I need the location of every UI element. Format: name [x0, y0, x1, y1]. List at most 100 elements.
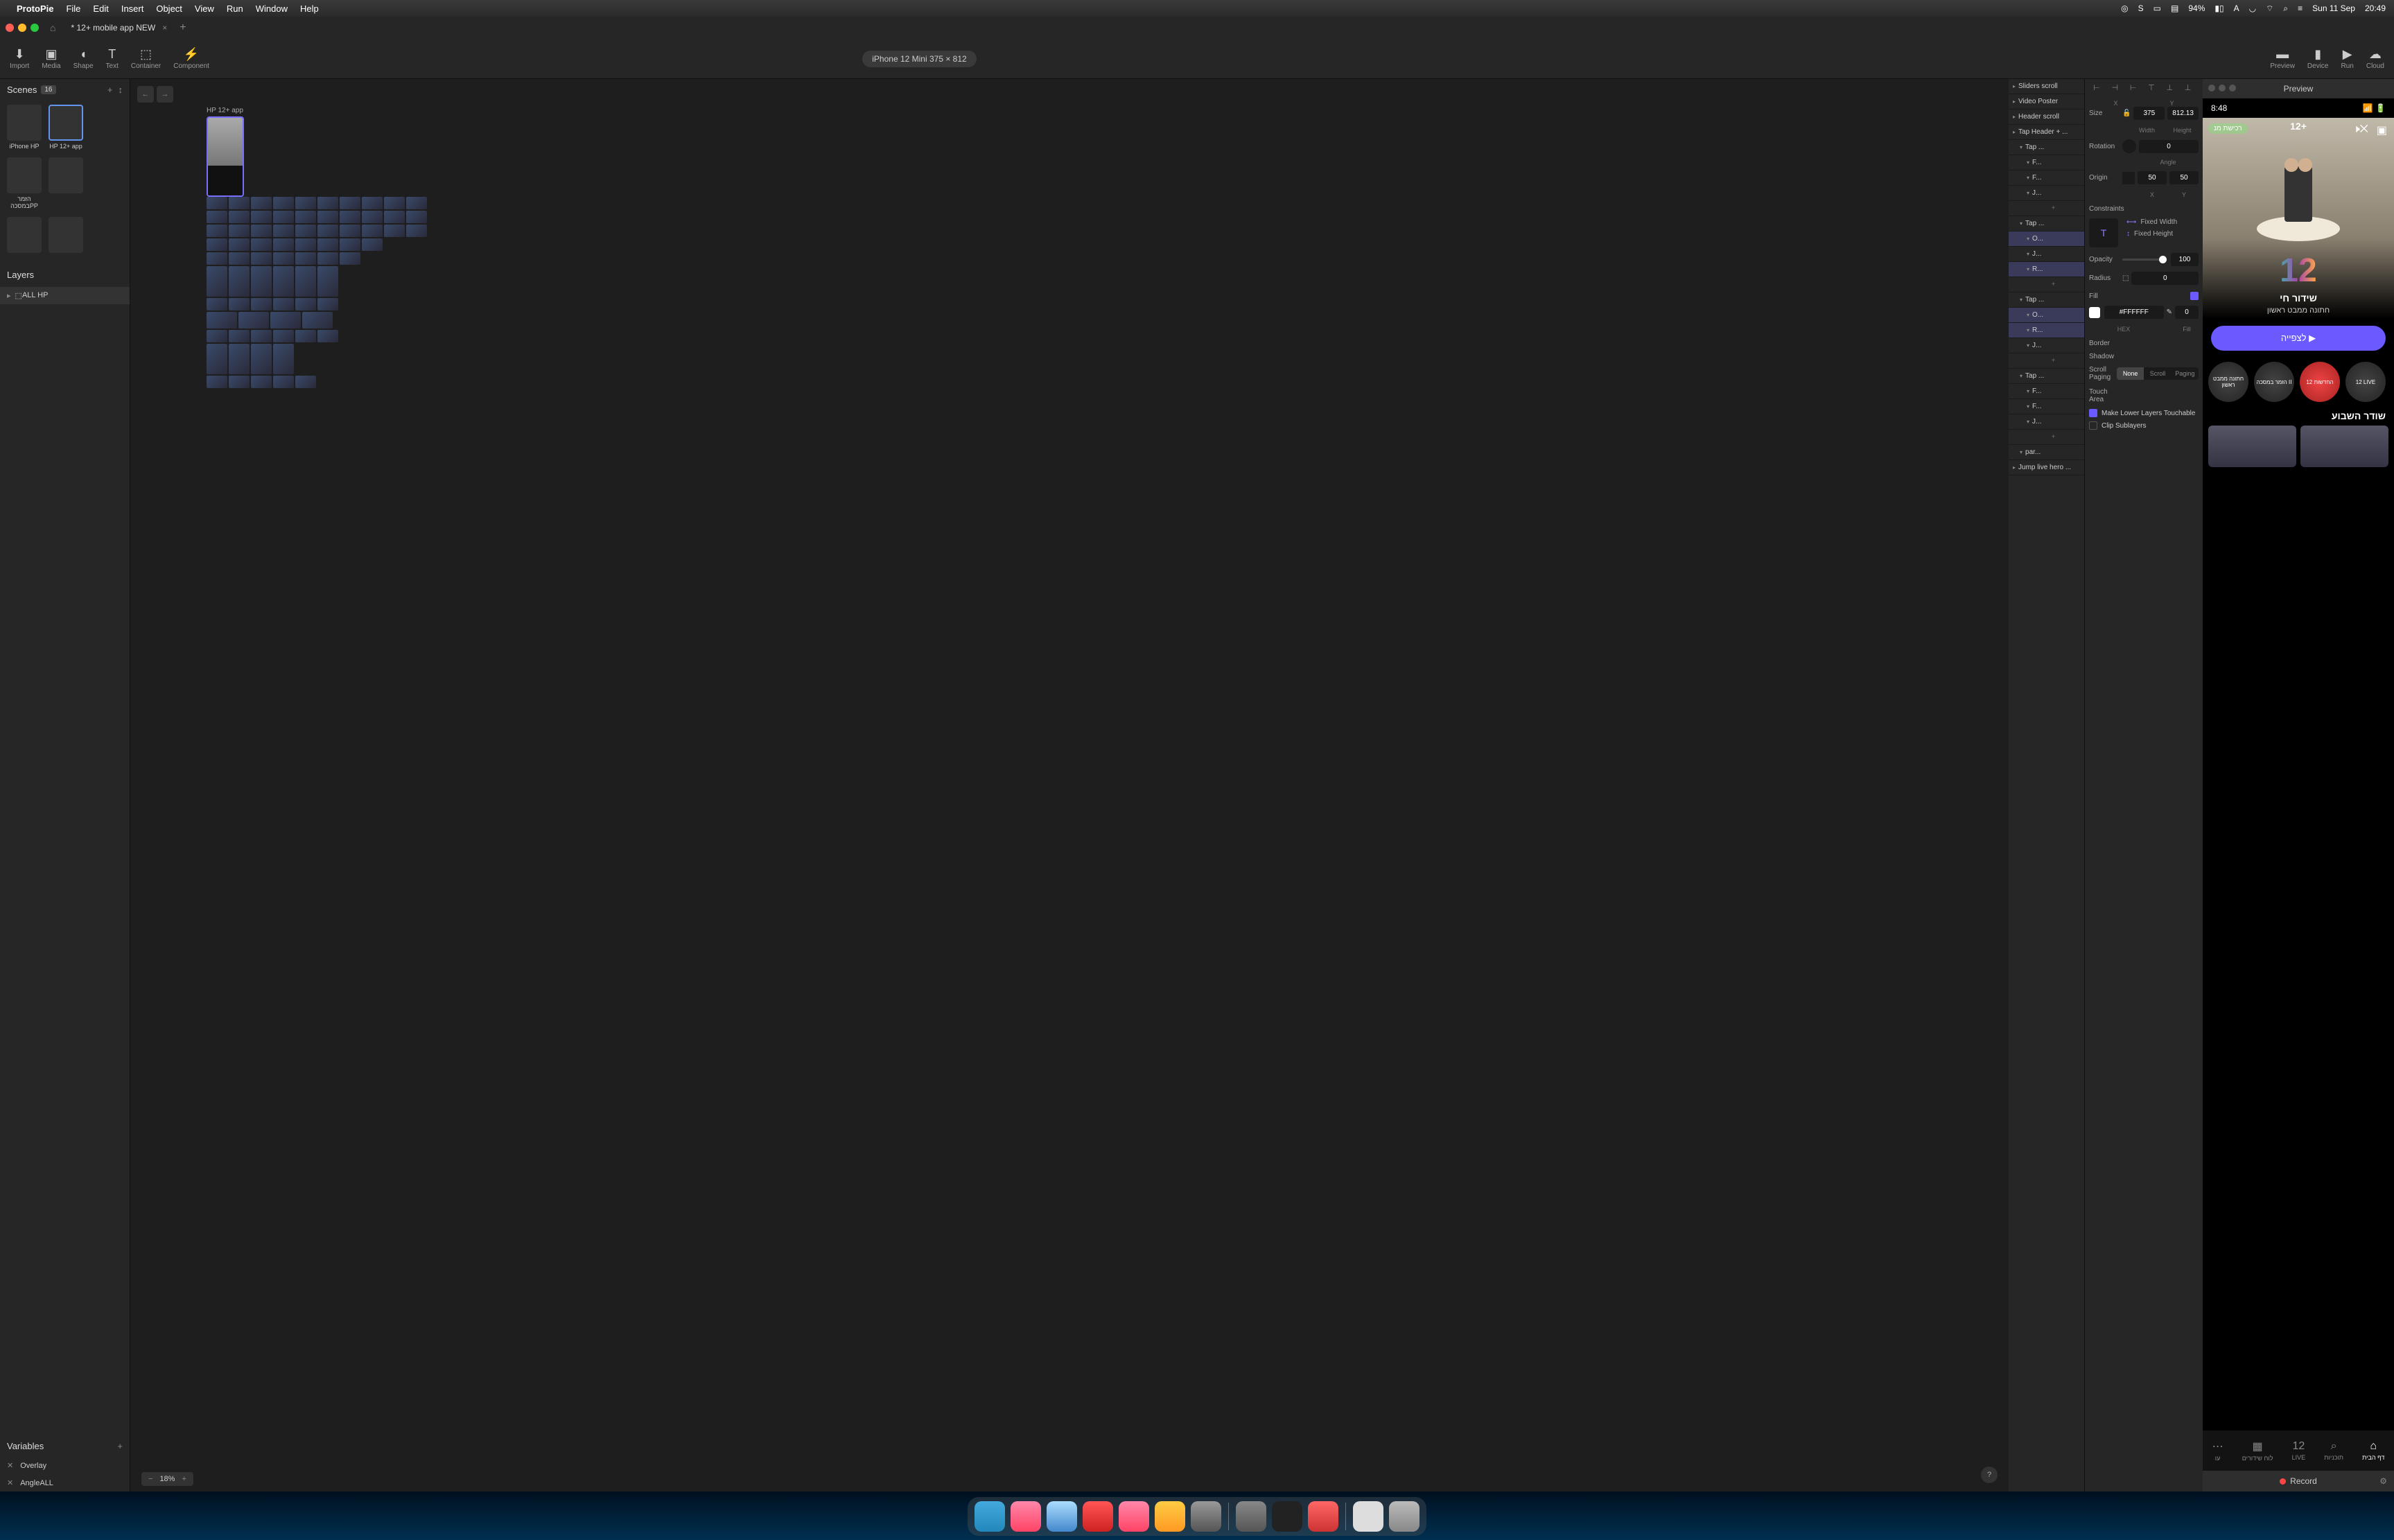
- expand-icon[interactable]: ▾: [2020, 220, 2022, 227]
- zoom-out-icon[interactable]: −: [148, 1475, 152, 1483]
- align-center-h-icon[interactable]: ⊣: [2111, 83, 2121, 93]
- close-window[interactable]: [6, 24, 14, 32]
- interaction-row[interactable]: ▾J...: [2009, 186, 2084, 201]
- preview-button[interactable]: ▬Preview: [2270, 47, 2295, 70]
- fixed-width-icon[interactable]: ⟷: [2126, 218, 2136, 226]
- scroll-paging-control[interactable]: NoneScrollPaging: [2117, 367, 2199, 380]
- opacity-slider[interactable]: [2122, 259, 2167, 261]
- maximize-window[interactable]: [30, 24, 39, 32]
- interaction-row[interactable]: ▾J...: [2009, 414, 2084, 430]
- width-input[interactable]: [2133, 107, 2165, 120]
- expand-icon[interactable]: ▾: [2027, 342, 2029, 349]
- interaction-row[interactable]: ▾F...: [2009, 170, 2084, 186]
- interaction-row[interactable]: ▾O...: [2009, 308, 2084, 323]
- expand-icon[interactable]: ▸: [2013, 83, 2016, 89]
- device-selector[interactable]: iPhone 12 Mini 375 × 812: [862, 51, 976, 67]
- scene-item[interactable]: [7, 217, 42, 256]
- media-button[interactable]: ▣Media: [42, 47, 60, 70]
- radius-input[interactable]: [2131, 272, 2199, 285]
- card-row[interactable]: [2203, 426, 2394, 467]
- layer-row[interactable]: ▸⬚ ALL HP: [0, 287, 130, 304]
- menu-file[interactable]: File: [66, 3, 80, 14]
- add-scene-icon[interactable]: +: [107, 85, 113, 95]
- channel-circle[interactable]: הזמר במסכה II: [2254, 362, 2294, 402]
- align-bottom-icon[interactable]: ⊥: [2185, 83, 2194, 93]
- battery-percent[interactable]: 94%: [2188, 3, 2205, 13]
- wifi-icon[interactable]: ◡: [2249, 3, 2256, 13]
- dock-safari[interactable]: [1047, 1501, 1077, 1532]
- date[interactable]: Sun 11 Sep: [2312, 3, 2355, 13]
- interaction-row[interactable]: ▾par...: [2009, 445, 2084, 460]
- dock-trash[interactable]: [1389, 1501, 1419, 1532]
- app-name[interactable]: ProtoPie: [17, 3, 53, 14]
- channel-row[interactable]: חתונה ממבט ראשון הזמר במסכה II 12 החדשות…: [2203, 358, 2394, 406]
- mute-icon[interactable]: 🕨✕: [2353, 123, 2368, 137]
- cloud-button[interactable]: ☁Cloud: [2366, 47, 2384, 70]
- fixed-height-icon[interactable]: ↕: [2126, 230, 2130, 238]
- input-icon[interactable]: A: [2234, 3, 2239, 13]
- interaction-row[interactable]: ▸Tap Header + ...: [2009, 125, 2084, 140]
- interaction-row[interactable]: ▸Jump live hero ...: [2009, 460, 2084, 475]
- radius-icon[interactable]: ⬚: [2122, 274, 2129, 282]
- interaction-row[interactable]: ▾R...: [2009, 262, 2084, 277]
- fill-toggle[interactable]: [2190, 292, 2199, 300]
- interaction-row[interactable]: ▾R...: [2009, 323, 2084, 338]
- cast-icon[interactable]: ▣: [2377, 123, 2387, 137]
- dock-music[interactable]: [1083, 1501, 1113, 1532]
- expand-icon[interactable]: ▾: [2020, 373, 2022, 379]
- expand-icon[interactable]: ▾: [2027, 419, 2029, 425]
- color-swatch[interactable]: [2089, 307, 2100, 318]
- run-button[interactable]: ▶Run: [2341, 47, 2354, 70]
- expand-icon[interactable]: ▾: [2027, 251, 2029, 257]
- settings-icon[interactable]: ⚙: [2379, 1476, 2387, 1486]
- expand-icon[interactable]: ▾: [2027, 159, 2029, 166]
- add-variable-icon[interactable]: +: [117, 1441, 123, 1451]
- document-tab[interactable]: * 12+ mobile app NEW ×: [64, 17, 174, 39]
- component-button[interactable]: ⚡Component: [173, 47, 209, 70]
- menu-view[interactable]: View: [195, 3, 214, 14]
- nav-back-icon[interactable]: ←: [137, 86, 154, 103]
- home-icon[interactable]: ⌂: [50, 22, 55, 33]
- align-top-icon[interactable]: ⊤: [2148, 83, 2158, 93]
- expand-icon[interactable]: ▸: [2013, 98, 2016, 105]
- expand-icon[interactable]: ▾: [2027, 388, 2029, 394]
- menu-insert[interactable]: Insert: [121, 3, 144, 14]
- height-input[interactable]: [2167, 107, 2199, 120]
- interaction-row[interactable]: ▸Sliders scroll: [2009, 79, 2084, 94]
- make-lower-touchable-checkbox[interactable]: [2089, 409, 2097, 417]
- rotation-dial[interactable]: [2122, 139, 2136, 153]
- expand-icon[interactable]: ▾: [2020, 144, 2022, 150]
- menu-help[interactable]: Help: [300, 3, 319, 14]
- dock-figma[interactable]: [1272, 1501, 1302, 1532]
- channel-circle[interactable]: חתונה ממבט ראשון: [2208, 362, 2248, 402]
- expand-icon[interactable]: ▾: [2027, 403, 2029, 410]
- fill-opacity-input[interactable]: [2175, 306, 2199, 319]
- interaction-row[interactable]: ▾F...: [2009, 155, 2084, 170]
- canvas[interactable]: ← → HP 12+ app − 18% + ?: [130, 79, 2009, 1491]
- spotlight-icon[interactable]: ⌕: [2283, 3, 2288, 14]
- preview-close[interactable]: [2208, 85, 2215, 91]
- dock-app[interactable]: [1236, 1501, 1266, 1532]
- sort-scenes-icon[interactable]: ↕: [119, 85, 123, 95]
- interaction-row[interactable]: ▾J...: [2009, 338, 2084, 353]
- dock-settings[interactable]: [1191, 1501, 1221, 1532]
- channel-circle[interactable]: 12 LIVE: [2345, 362, 2386, 402]
- add-response-button[interactable]: +: [2009, 353, 2084, 369]
- expand-icon[interactable]: ▸: [2013, 129, 2016, 135]
- menu-edit[interactable]: Edit: [93, 3, 108, 14]
- origin-x-input[interactable]: [2138, 171, 2167, 184]
- tab-home[interactable]: ⌂דף הבית: [2362, 1440, 2384, 1461]
- control-center-icon[interactable]: ≡: [2298, 3, 2303, 13]
- dock-app[interactable]: [1119, 1501, 1149, 1532]
- interaction-row[interactable]: ▾Tap ...: [2009, 292, 2084, 308]
- status-icon[interactable]: ◎: [2121, 3, 2128, 13]
- artboard[interactable]: HP 12+ app: [207, 107, 244, 197]
- interaction-row[interactable]: ▾O...: [2009, 231, 2084, 247]
- phone-preview[interactable]: 8:48 📶 🔋 12+ 🕨✕ ▣ רכישת מנ 12 שידור חי ח…: [2203, 98, 2394, 1471]
- status-icon[interactable]: S: [2138, 3, 2144, 13]
- help-icon[interactable]: ?: [1981, 1467, 1998, 1483]
- variable-row[interactable]: ✕Overlay: [0, 1457, 130, 1474]
- interaction-row[interactable]: ▾Tap ...: [2009, 369, 2084, 384]
- dock-downloads[interactable]: [1353, 1501, 1383, 1532]
- expand-icon[interactable]: ▾: [2020, 297, 2022, 303]
